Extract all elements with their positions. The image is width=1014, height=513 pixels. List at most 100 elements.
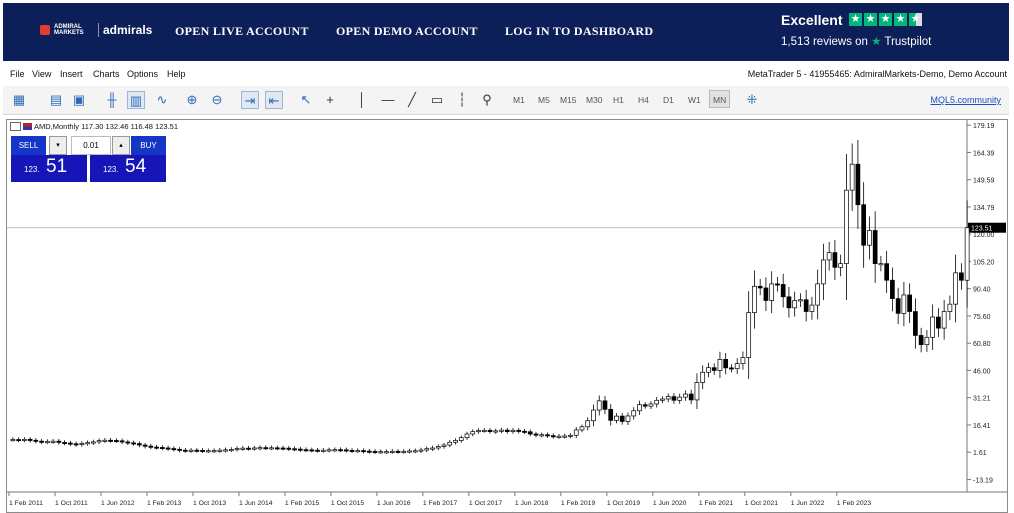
menu-insert[interactable]: Insert	[60, 69, 83, 79]
admirals-logo[interactable]: ADMIRAL MARKETS admirals	[40, 23, 152, 37]
x-tick-label: 1 Feb 2017	[423, 500, 458, 507]
crosshair-icon[interactable]: +	[321, 91, 339, 109]
sell-price[interactable]: 123. 51	[11, 155, 87, 182]
timeframe-mn[interactable]: MN	[709, 90, 731, 108]
autoscroll-icon[interactable]: ⇥	[241, 91, 259, 109]
candle-body	[757, 285, 763, 289]
horizontal-line-icon[interactable]: ―	[379, 91, 397, 109]
open-live-account-link[interactable]: OPEN LIVE ACCOUNT	[175, 24, 309, 39]
candle-body	[872, 230, 878, 264]
x-tick-label: 1 Feb 2019	[561, 500, 596, 507]
candle-body	[211, 450, 217, 453]
lot-size-input[interactable]: 0.01	[71, 136, 111, 155]
candle-body	[895, 298, 901, 314]
candle-body	[39, 440, 44, 443]
candle-body	[361, 450, 366, 453]
candle-body	[510, 429, 516, 432]
candle-body	[177, 448, 182, 451]
star-icon: ★	[864, 13, 877, 26]
algo-trading-icon[interactable]: ▣	[70, 91, 88, 109]
menu-charts[interactable]: Charts	[93, 69, 120, 79]
menu-view[interactable]: View	[32, 69, 51, 79]
candle-body	[263, 447, 269, 450]
menu-options[interactable]: Options	[127, 69, 158, 79]
candle-body	[953, 272, 958, 305]
sell-button[interactable]: SELL	[11, 136, 46, 155]
candle-body	[918, 335, 924, 346]
candle-body	[228, 449, 234, 452]
timeframe-d1[interactable]: D1	[663, 95, 674, 105]
candle-body	[412, 450, 418, 453]
timeframe-m1[interactable]: M1	[513, 95, 525, 105]
shapes-icon[interactable]: ⚲	[478, 91, 496, 109]
lot-decrease-button[interactable]: ▾	[49, 136, 67, 155]
lot-increase-button[interactable]: ▴	[112, 136, 130, 155]
timeframe-h4[interactable]: H4	[638, 95, 649, 105]
menu-help[interactable]: Help	[167, 69, 186, 79]
candle-body	[878, 263, 884, 266]
candle-body	[763, 287, 769, 301]
templates-icon[interactable]: ⁜	[743, 91, 761, 109]
chart-menu-icon[interactable]	[10, 122, 21, 131]
candle-body	[487, 429, 493, 432]
candle-body	[401, 450, 407, 453]
candle-body	[131, 442, 136, 445]
trendline-icon[interactable]: ╱	[403, 91, 421, 109]
fibonacci-icon[interactable]: ┆	[453, 91, 471, 109]
trustpilot-widget[interactable]: Excellent ★ ★ ★ ★ ★ 1,513 reviews on ★ T…	[781, 12, 931, 48]
candle-body	[913, 311, 918, 336]
open-demo-account-link[interactable]: OPEN DEMO ACCOUNT	[336, 24, 478, 39]
x-tick-label: 1 Feb 2023	[837, 500, 872, 507]
timeframe-m30[interactable]: M30	[586, 95, 603, 105]
candle-body	[10, 439, 16, 442]
candle-body	[458, 437, 464, 441]
candle-body	[79, 443, 85, 445]
timeframe-m15[interactable]: M15	[560, 95, 577, 105]
candle-body	[619, 415, 625, 422]
one-click-trading-panel: SELL ▾ 0.01 ▴ BUY 123. 51 123. 54	[11, 136, 166, 182]
zoom-in-icon[interactable]: ⊕	[183, 91, 201, 109]
menu-file[interactable]: File	[10, 69, 25, 79]
timeframe-m5[interactable]: M5	[538, 95, 550, 105]
chart-shift-icon[interactable]: ⇤	[265, 91, 283, 109]
candle-body	[786, 296, 792, 309]
y-tick-label: 105.20	[973, 259, 995, 266]
new-order-icon[interactable]: ▤	[47, 91, 65, 109]
candle-body	[309, 449, 315, 452]
buy-price[interactable]: 123. 54	[90, 155, 166, 182]
candle-body	[941, 311, 947, 329]
candle-body	[780, 284, 786, 298]
buy-button[interactable]: BUY	[131, 136, 166, 155]
candle-body	[332, 449, 338, 452]
cursor-icon[interactable]: ↖	[297, 91, 315, 109]
toolbar: ▦ ▤ ▣ ╫ ▥ ∿ ⊕ ⊖ ⇥ ⇤ ↖ + │ ― ╱ ▭ ┆ ⚲ M1 M…	[3, 86, 1009, 115]
candle-body	[907, 294, 912, 312]
timeframe-w1[interactable]: W1	[688, 95, 701, 105]
line-chart-icon[interactable]: ∿	[153, 91, 171, 109]
zoom-out-icon[interactable]: ⊖	[208, 91, 226, 109]
candle-body	[706, 367, 711, 373]
text-icon[interactable]: ▭	[428, 91, 446, 109]
candle-body	[740, 357, 746, 364]
broker-banner: ADMIRAL MARKETS admirals OPEN LIVE ACCOU…	[3, 3, 1009, 61]
candle-body	[539, 434, 545, 437]
log-in-dashboard-link[interactable]: LOG IN TO DASHBOARD	[505, 24, 653, 39]
vertical-line-icon[interactable]: │	[353, 91, 371, 109]
candlestick-chart-icon[interactable]: ▥	[127, 91, 145, 109]
candle-body	[516, 429, 522, 432]
candle-body	[924, 336, 930, 346]
y-tick-label: 149.59	[973, 178, 995, 185]
timeframe-h1[interactable]: H1	[613, 95, 624, 105]
new-chart-icon[interactable]: ▦	[10, 91, 28, 109]
candle-body	[148, 445, 154, 448]
bar-chart-icon[interactable]: ╫	[103, 91, 121, 109]
candle-body	[269, 447, 274, 450]
half-star-icon: ★	[909, 13, 922, 26]
mql5-community-link[interactable]: MQL5.community	[930, 95, 1001, 105]
y-tick-label: 164.39	[973, 150, 995, 157]
candle-body	[522, 430, 527, 433]
y-tick-label: -13.19	[973, 477, 993, 484]
chart-window[interactable]: 179.19 164.39 149.59 134.79 120.00 105.20 90.4…	[6, 119, 1008, 513]
chart-header: AMD,Monthly 117.30 132.46 116.48 123.51	[10, 122, 178, 131]
candle-body	[251, 447, 257, 450]
